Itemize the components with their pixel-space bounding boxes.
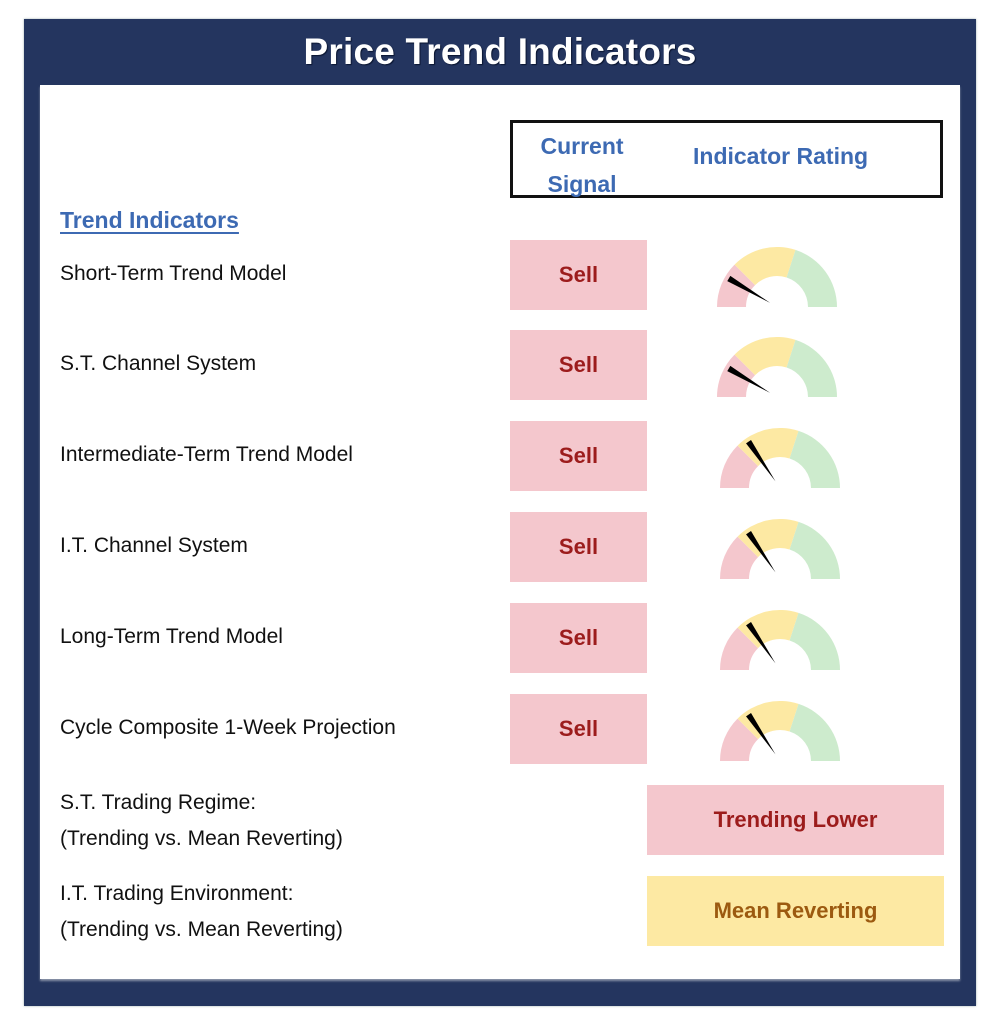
regime-label: S.T. Trading Regime: (Trending vs. Mean … <box>60 785 343 857</box>
current-signal-header: Current Signal <box>527 127 637 203</box>
indicator-label: S.T. Channel System <box>60 352 257 375</box>
regime-row-it: I.T. Trading Environment: (Trending vs. … <box>40 876 960 956</box>
gauge-zone-green <box>789 703 840 761</box>
panel-frame: Price Trend Indicators Current Signal In… <box>24 19 976 1006</box>
current-signal-header-line2: Signal <box>547 171 617 197</box>
regime-label-line1: I.T. Trading Environment: <box>60 882 294 905</box>
regime-value-badge: Trending Lower <box>647 785 944 855</box>
indicator-row: Short-Term Trend Model Sell <box>40 240 960 312</box>
regime-label-line2: (Trending vs. Mean Reverting) <box>60 827 343 850</box>
signal-badge: Sell <box>510 512 647 582</box>
signal-badge: Sell <box>510 694 647 764</box>
indicator-row: I.T. Channel System Sell <box>40 512 960 584</box>
rating-gauge <box>717 337 837 397</box>
regime-label: I.T. Trading Environment: (Trending vs. … <box>60 876 343 948</box>
signal-badge: Sell <box>510 330 647 400</box>
gauge-zone-green <box>789 612 840 670</box>
regime-row-st: S.T. Trading Regime: (Trending vs. Mean … <box>40 785 960 865</box>
column-header-box: Current Signal Indicator Rating <box>510 120 943 198</box>
rating-gauge <box>720 519 840 579</box>
indicator-rating-header: Indicator Rating <box>693 143 869 169</box>
indicator-row: Cycle Composite 1-Week Projection Sell <box>40 694 960 766</box>
regime-value-badge: Mean Reverting <box>647 876 944 946</box>
signal-badge: Sell <box>510 421 647 491</box>
indicator-label: Cycle Composite 1-Week Projection <box>60 716 396 739</box>
signal-badge: Sell <box>510 603 647 673</box>
panel-body: Current Signal Indicator Rating Trend In… <box>40 85 960 979</box>
current-signal-header-line1: Current <box>540 133 624 159</box>
section-heading-trend-indicators[interactable]: Trend Indicators <box>60 207 239 234</box>
rating-gauge <box>717 247 837 307</box>
gauge-zone-green <box>786 339 837 397</box>
indicator-label: Short-Term Trend Model <box>60 262 287 285</box>
rating-gauge <box>720 701 840 761</box>
gauge-zone-green <box>786 249 837 307</box>
indicator-label: Intermediate-Term Trend Model <box>60 443 353 466</box>
regime-label-line1: S.T. Trading Regime: <box>60 791 257 814</box>
indicator-label: Long-Term Trend Model <box>60 625 283 648</box>
signal-badge: Sell <box>510 240 647 310</box>
rating-gauge <box>720 428 840 488</box>
indicator-label: I.T. Channel System <box>60 534 248 557</box>
page-title: Price Trend Indicators <box>303 31 697 72</box>
indicator-row: Long-Term Trend Model Sell <box>40 603 960 675</box>
regime-label-line2: (Trending vs. Mean Reverting) <box>60 918 343 941</box>
indicator-row: Intermediate-Term Trend Model Sell <box>40 421 960 493</box>
rating-gauge <box>720 610 840 670</box>
gauge-zone-green <box>789 521 840 579</box>
gauge-zone-green <box>789 430 840 488</box>
indicator-row: S.T. Channel System Sell <box>40 330 960 402</box>
